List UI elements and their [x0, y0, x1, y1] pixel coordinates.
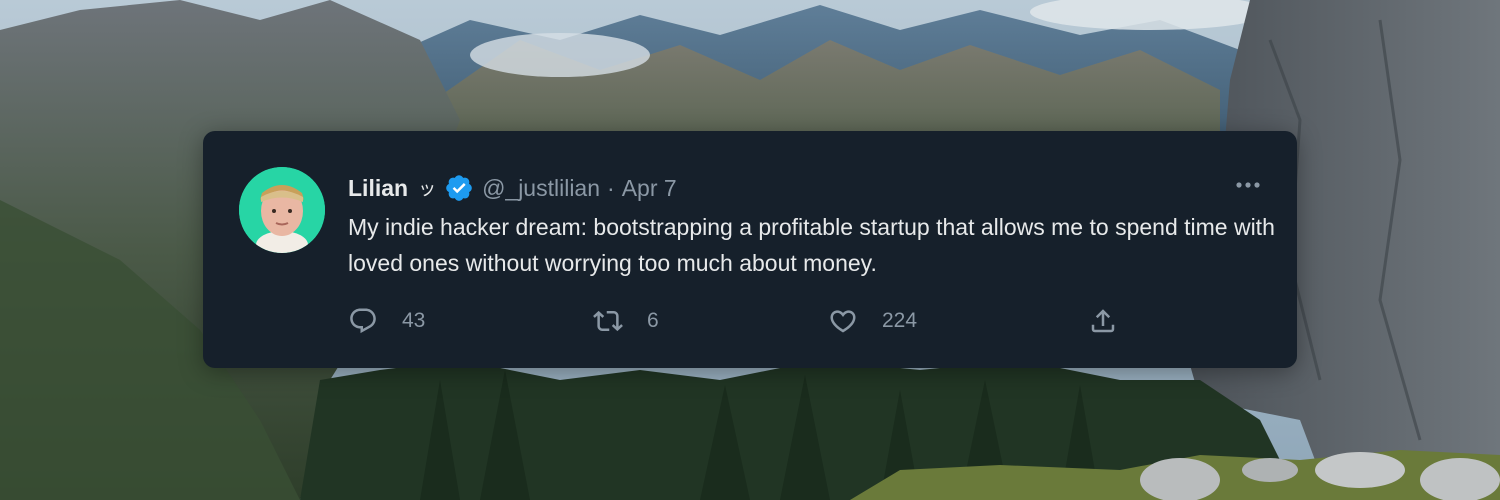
- share-icon: [1091, 309, 1115, 333]
- more-dots-icon[interactable]: [1233, 175, 1263, 195]
- tweet-date[interactable]: Apr 7: [622, 175, 677, 202]
- tweet-header: Lilian ッ @_justlilian · Apr 7: [348, 173, 677, 203]
- retweet-icon: [593, 310, 623, 332]
- name-emoji: ッ: [418, 179, 437, 199]
- retweet-button[interactable]: 6: [593, 301, 659, 341]
- reply-icon: [350, 308, 376, 334]
- tweet-actions: 43 6 224: [348, 301, 1128, 341]
- retweet-count: 6: [647, 309, 659, 332]
- user-handle[interactable]: @_justlilian: [482, 175, 600, 202]
- display-name[interactable]: Lilian: [348, 175, 408, 202]
- tweet-text: My indie hacker dream: bootstrapping a p…: [348, 214, 1275, 276]
- verified-badge-icon: [444, 173, 474, 203]
- avatar-portrait: [239, 167, 325, 253]
- share-button[interactable]: [1088, 301, 1118, 341]
- avatar[interactable]: [239, 167, 325, 253]
- tweet-card[interactable]: Lilian ッ @_justlilian · Apr 7 My indie h…: [203, 131, 1297, 368]
- like-count: 224: [882, 309, 918, 332]
- like-button[interactable]: 224: [828, 301, 917, 341]
- reply-count: 43: [402, 309, 426, 332]
- separator-dot: ·: [607, 174, 615, 201]
- heart-icon: [830, 310, 856, 333]
- reply-button[interactable]: 43: [348, 301, 425, 341]
